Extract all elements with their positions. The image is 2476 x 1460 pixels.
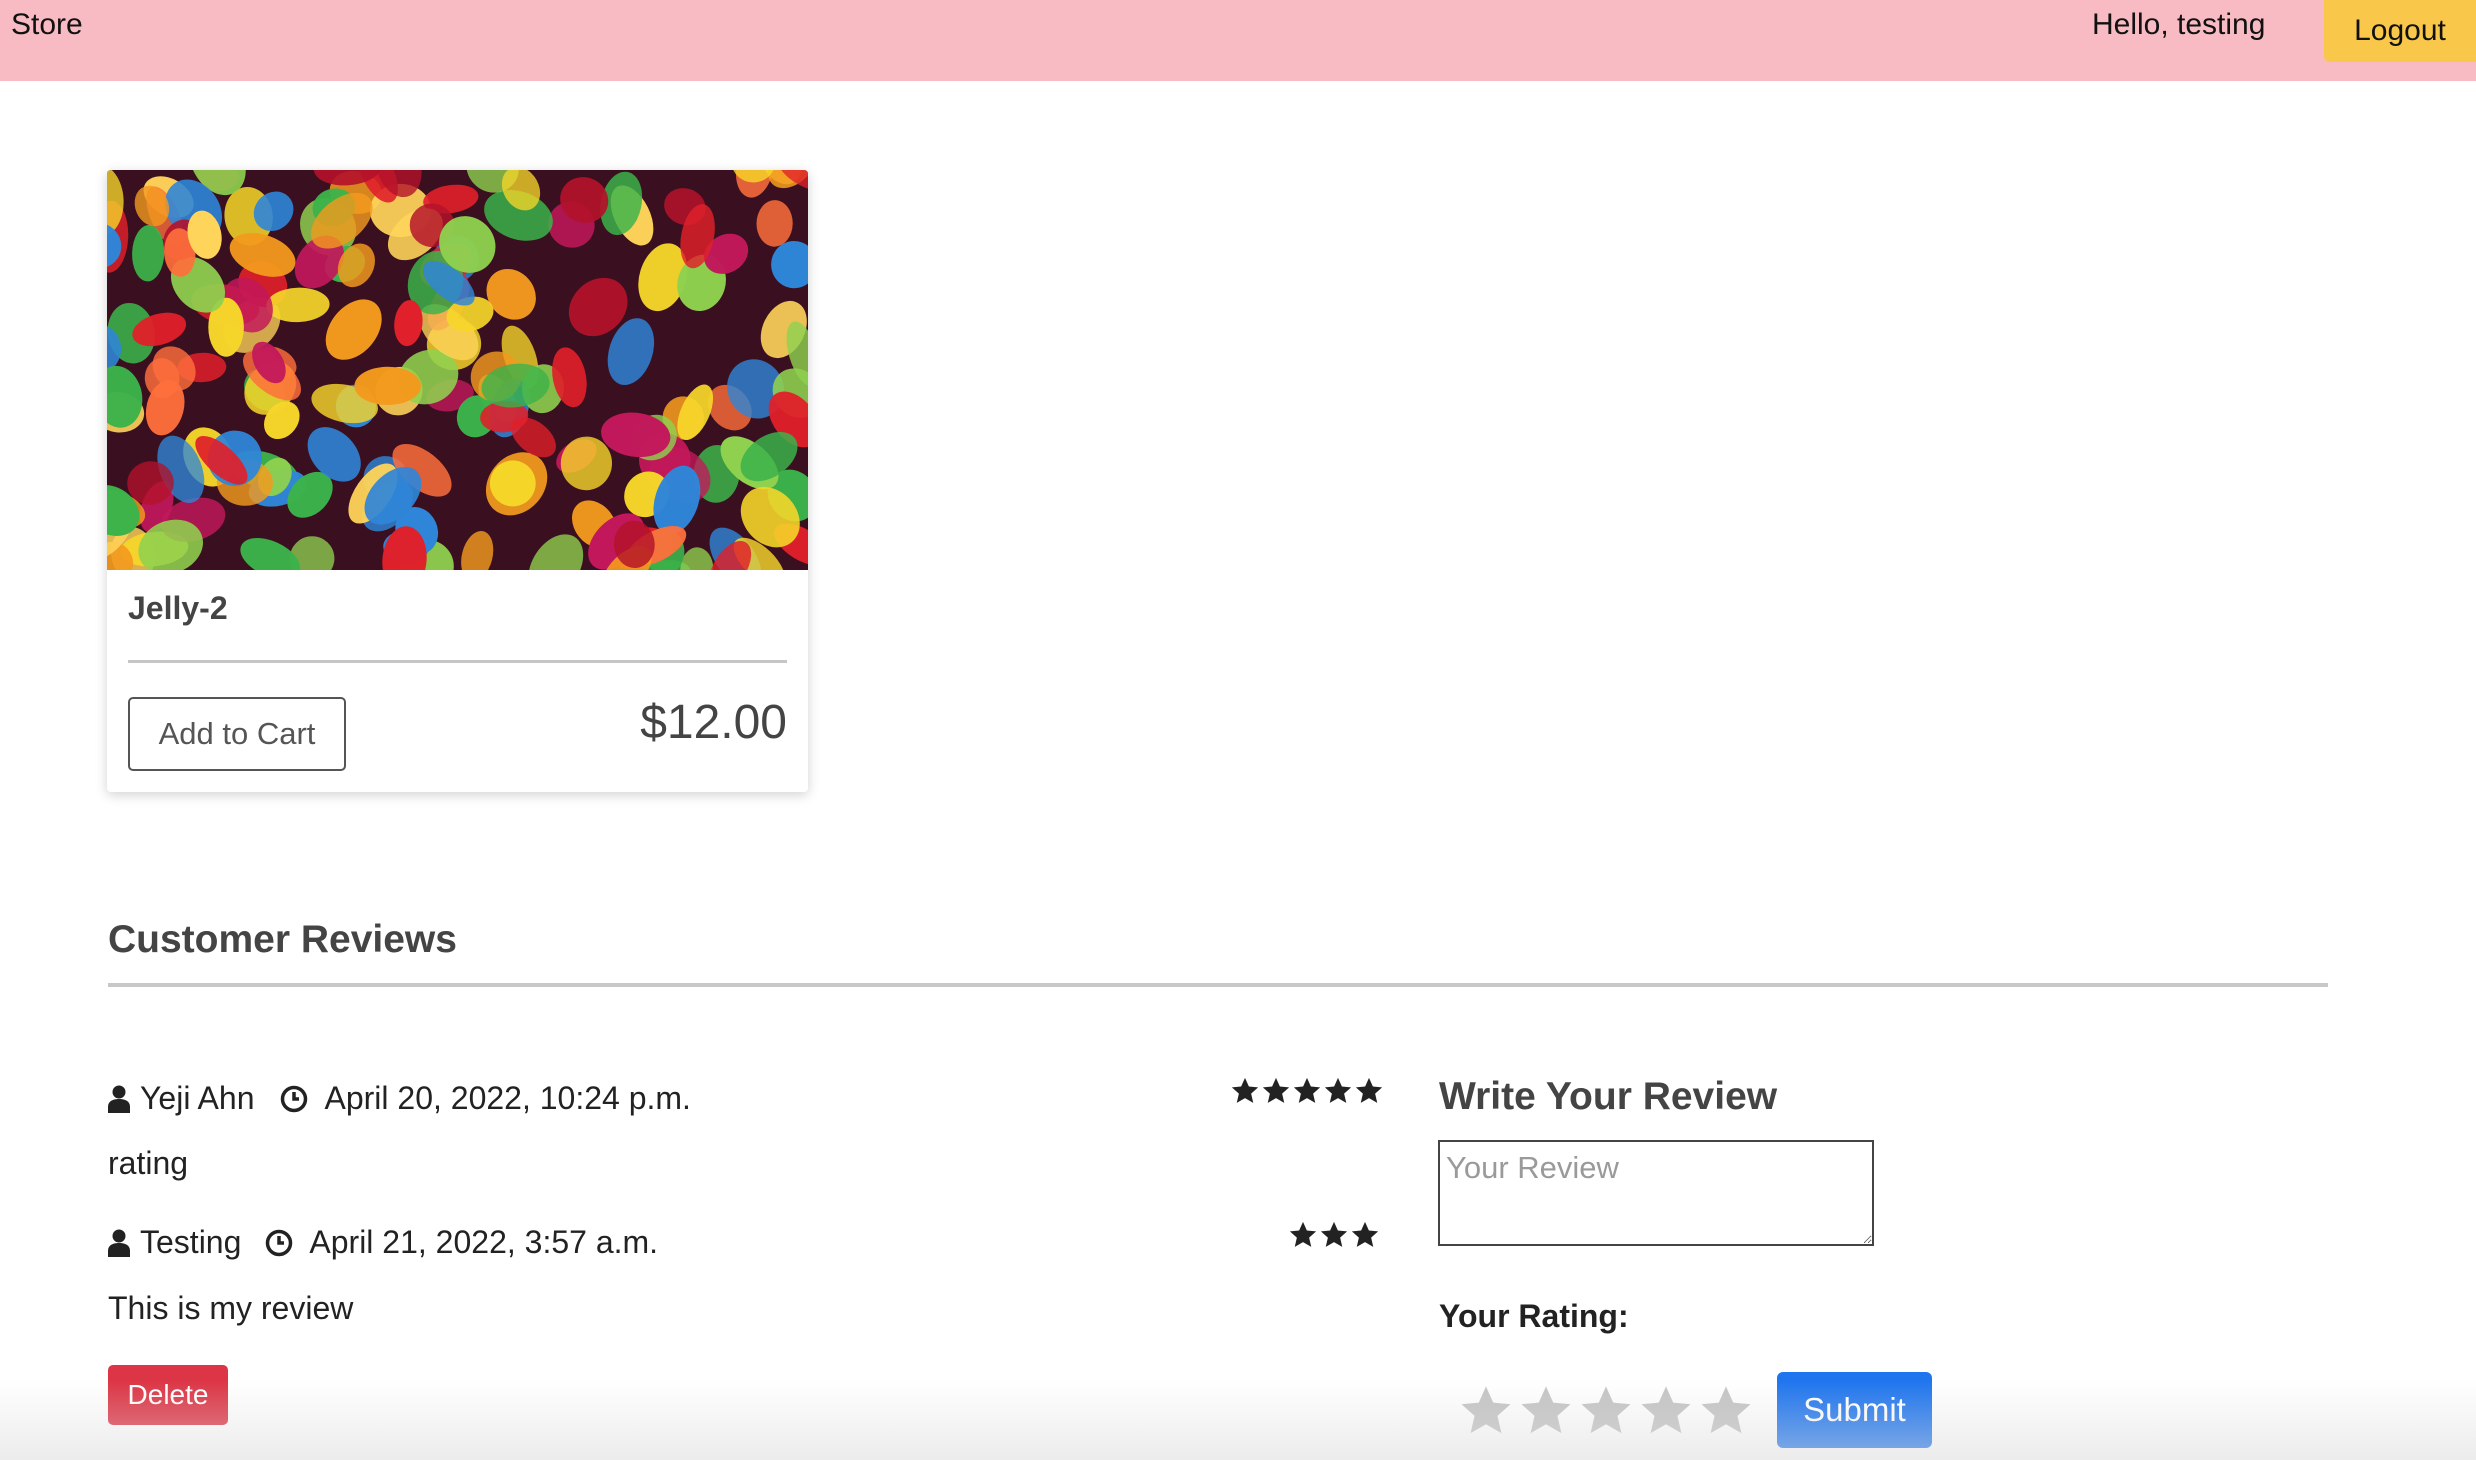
- star-icon: [1289, 1221, 1317, 1247]
- review-author: Testing: [140, 1224, 242, 1260]
- gummy-bear-shape: [354, 366, 422, 405]
- star-icon: [1320, 1221, 1348, 1247]
- review-date: April 20, 2022, 10:24 p.m.: [324, 1080, 691, 1116]
- logout-button[interactable]: Logout: [2324, 0, 2476, 62]
- product-image: [107, 170, 808, 570]
- star-icon: [1351, 1221, 1379, 1247]
- rating-star-icon[interactable]: [1698, 1383, 1754, 1439]
- store-brand-link[interactable]: Store: [11, 8, 83, 42]
- reviews-divider: [108, 983, 2328, 987]
- review-meta: Testing April 21, 2022, 3:57 a.m.: [108, 1224, 658, 1261]
- rating-star-picker: [1458, 1383, 1754, 1439]
- rating-label: Your Rating:: [1439, 1298, 1629, 1334]
- review-text: rating: [108, 1145, 189, 1181]
- product-price: $12.00: [640, 696, 787, 749]
- write-review-heading: Write Your Review: [1439, 1075, 1778, 1118]
- submit-review-button[interactable]: Submit: [1777, 1372, 1932, 1448]
- rating-star-icon[interactable]: [1578, 1383, 1634, 1439]
- star-icon: [1293, 1077, 1321, 1103]
- delete-review-button[interactable]: Delete: [108, 1365, 228, 1425]
- rating-star-icon[interactable]: [1518, 1383, 1574, 1439]
- star-icon: [1324, 1077, 1352, 1103]
- star-icon: [1231, 1077, 1259, 1103]
- rating-star-icon[interactable]: [1458, 1383, 1514, 1439]
- star-icon: [1262, 1077, 1290, 1103]
- product-name: Jelly-2: [128, 590, 228, 626]
- add-to-cart-button[interactable]: Add to Cart: [128, 697, 346, 771]
- review-author: Yeji Ahn: [140, 1080, 255, 1116]
- review-rating: [1288, 1220, 1380, 1250]
- review-date: April 21, 2022, 3:57 a.m.: [309, 1224, 659, 1260]
- bottom-fade: [0, 1380, 2476, 1460]
- user-icon: [108, 1229, 130, 1257]
- review-text: This is my review: [108, 1290, 354, 1326]
- rating-star-icon[interactable]: [1638, 1383, 1694, 1439]
- review-textarea[interactable]: [1438, 1140, 1874, 1246]
- clock-icon: [281, 1085, 308, 1112]
- user-icon: [108, 1085, 130, 1113]
- review-meta: Yeji Ahn April 20, 2022, 10:24 p.m.: [108, 1080, 691, 1117]
- star-icon: [1355, 1077, 1383, 1103]
- product-divider: [128, 660, 787, 663]
- product-card: Jelly-2 Add to Cart $12.00: [107, 170, 808, 792]
- reviews-heading: Customer Reviews: [108, 918, 457, 961]
- navbar: Store Hello, testing Logout: [0, 0, 2476, 81]
- user-greeting: Hello, testing: [2092, 8, 2266, 41]
- review-rating: [1230, 1076, 1384, 1106]
- clock-icon: [266, 1229, 293, 1256]
